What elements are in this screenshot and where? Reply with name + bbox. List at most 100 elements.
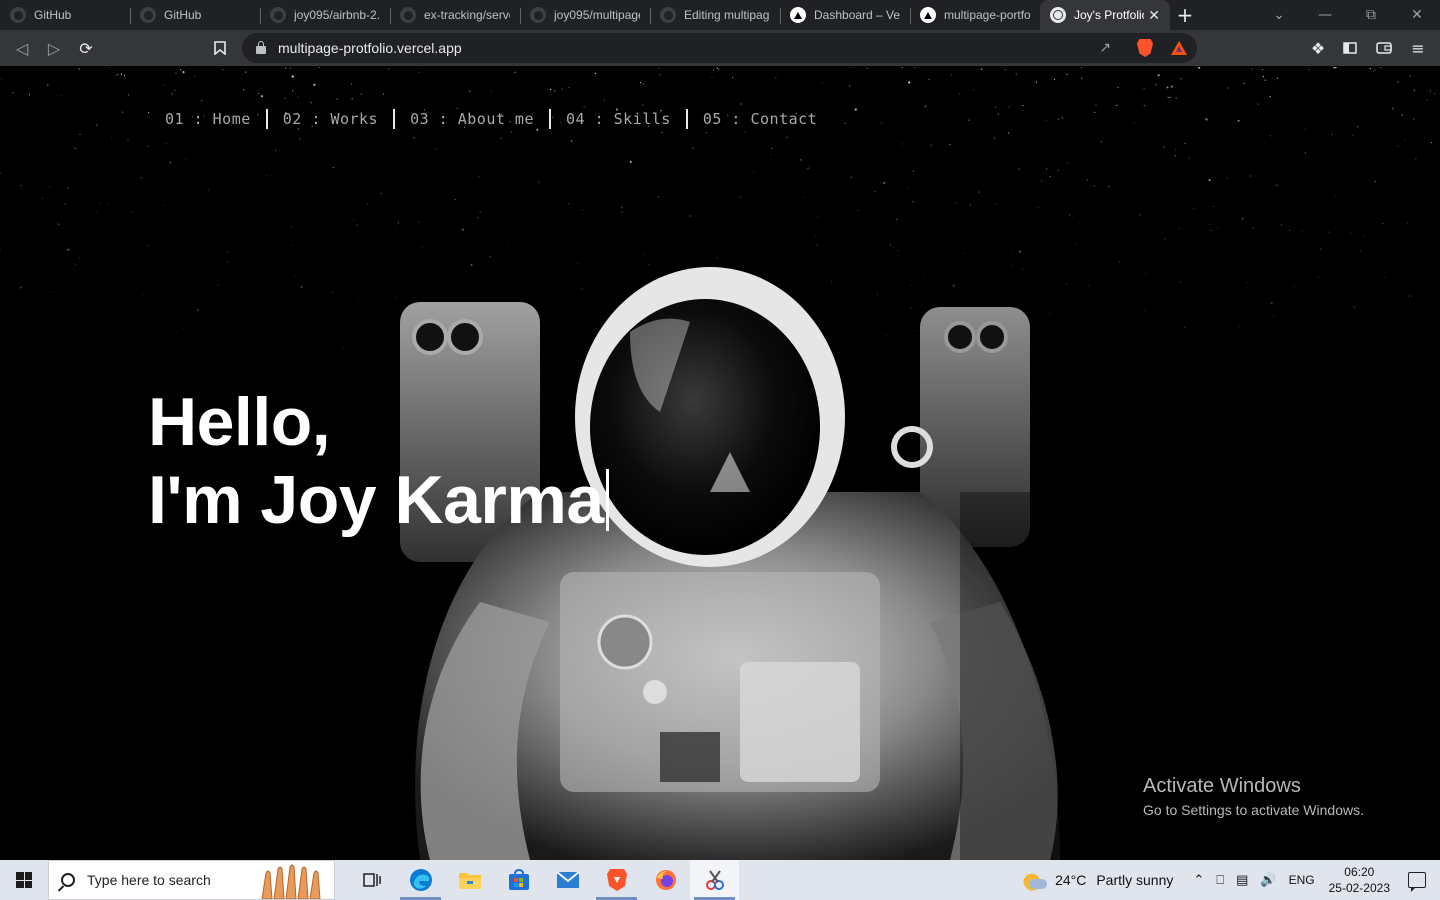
browser-tab[interactable]: Dashboard – Vercel: [780, 0, 910, 30]
back-button[interactable]: ◁: [6, 32, 38, 64]
tab-title: Joy's Protfolio: [1074, 8, 1145, 22]
hero-line-2: I'm Joy Karma: [148, 462, 604, 538]
browser-tab-strip: GitHub GitHub joy095/airbnb-2.0 ex-tracking…: [0, 0, 1440, 30]
brave-icon[interactable]: [592, 860, 641, 900]
browser-tab[interactable]: ex-tracking/server: [390, 0, 520, 30]
page-viewport: 01 : Home 02 : Works 03 : About me 04 : Ski…: [0, 67, 1440, 860]
nav-colon: :: [301, 110, 331, 128]
search-placeholder: Type here to search: [87, 872, 211, 888]
snipping-tool-icon[interactable]: [690, 860, 739, 900]
browser-tab[interactable]: joy095/multipage: [520, 0, 650, 30]
activate-windows-watermark: Activate Windows Go to Settings to activ…: [1143, 775, 1364, 818]
edge-icon[interactable]: [396, 860, 445, 900]
mail-icon[interactable]: [543, 860, 592, 900]
bookmark-icon[interactable]: [204, 32, 236, 64]
file-explorer-icon[interactable]: [445, 860, 494, 900]
chevron-up-icon[interactable]: ⌃: [1193, 872, 1204, 888]
share-icon[interactable]: ↗: [1099, 40, 1111, 56]
vercel-icon: [790, 7, 806, 23]
hero-line-1: Hello,: [148, 384, 331, 460]
search-icon: [61, 873, 75, 887]
browser-tab[interactable]: GitHub: [130, 0, 260, 30]
reload-button[interactable]: ⟳: [70, 32, 102, 64]
browser-tab[interactable]: joy095/airbnb-2.0: [260, 0, 390, 30]
address-bar[interactable]: multipage-protfolio.vercel.app ↗: [242, 33, 1197, 63]
store-icon[interactable]: [494, 860, 543, 900]
search-highlight-illustration-icon: [254, 863, 332, 899]
minimize-button[interactable]: —: [1302, 0, 1348, 30]
extensions-icon[interactable]: ❖: [1302, 32, 1334, 64]
brave-rewards-icon[interactable]: [1171, 41, 1187, 55]
nav-number: 03: [410, 110, 430, 128]
clock[interactable]: 06:20 25-02-2023: [1329, 864, 1390, 896]
forward-button[interactable]: ▷: [38, 32, 70, 64]
github-icon: [140, 7, 156, 23]
tab-list: GitHub GitHub joy095/airbnb-2.0 ex-tracking…: [0, 0, 1170, 30]
menu-icon[interactable]: ≡: [1402, 32, 1434, 64]
nav-label: Works: [330, 110, 379, 128]
nav-colon: :: [585, 110, 614, 128]
browser-tab[interactable]: GitHub: [0, 0, 130, 30]
start-button[interactable]: [0, 860, 48, 900]
github-icon: [400, 7, 416, 23]
nav-link-home[interactable]: 01 : Home: [165, 110, 251, 128]
new-tab-button[interactable]: +: [1170, 0, 1200, 30]
nav-colon: :: [721, 110, 751, 128]
browser-toolbar: ◁ ▷ ⟳ multipage-protfolio.vercel.app ↗ ❖…: [0, 30, 1440, 66]
nav-divider: [265, 109, 268, 129]
taskbar-apps: [347, 860, 739, 900]
nav-label: Contact: [750, 110, 818, 128]
windows-logo-icon: [16, 872, 32, 888]
nav-link-skills[interactable]: 04 : Skills: [566, 110, 671, 128]
hero-heading: Hello, I'm Joy Karma: [148, 383, 609, 539]
nav-number: 02: [282, 110, 302, 128]
tab-title: ex-tracking/server: [424, 8, 510, 22]
taskbar-search-box[interactable]: Type here to search: [48, 860, 335, 900]
firefox-icon[interactable]: [641, 860, 690, 900]
brave-shields-icon[interactable]: [1137, 39, 1153, 57]
github-icon: [270, 7, 286, 23]
watermark-subtitle: Go to Settings to activate Windows.: [1143, 802, 1364, 818]
network-icon[interactable]: ▤: [1236, 872, 1248, 888]
clock-time: 06:20: [1344, 865, 1375, 879]
sidebar-icon[interactable]: [1334, 32, 1366, 64]
browser-tab[interactable]: Editing multipage: [650, 0, 780, 30]
volume-icon[interactable]: 🔊: [1260, 872, 1276, 888]
astronaut-image: [400, 267, 1120, 860]
weather-temp[interactable]: 24°C: [1055, 872, 1086, 888]
browser-tab[interactable]: Joy's Protfolio ✕: [1040, 0, 1170, 30]
lock-icon: [256, 41, 266, 54]
nav-link-about-me[interactable]: 03 : About me: [410, 110, 534, 128]
github-icon: [10, 7, 26, 23]
nav-label: Skills: [613, 110, 671, 128]
task-view-icon[interactable]: [347, 860, 396, 900]
github-icon: [660, 7, 676, 23]
nav-colon: :: [429, 110, 458, 128]
vercel-icon: [920, 7, 936, 23]
tab-search-icon[interactable]: ⌄: [1256, 0, 1302, 30]
nav-number: 01: [165, 110, 185, 128]
meet-now-icon[interactable]: ⎕: [1216, 872, 1224, 888]
globe-icon: [1050, 7, 1066, 23]
nav-label: Home: [212, 110, 251, 128]
nav-divider: [685, 109, 688, 129]
nav-divider: [393, 109, 396, 129]
weather-icon[interactable]: [1023, 869, 1048, 891]
tab-title: GitHub: [164, 8, 202, 22]
nav-number: 05: [702, 110, 722, 128]
nav-link-works[interactable]: 02 : Works: [283, 110, 378, 128]
nav-label: About me: [457, 110, 534, 128]
clock-date: 25-02-2023: [1328, 881, 1390, 895]
tab-title: joy095/airbnb-2.0: [294, 8, 380, 22]
restore-button[interactable]: ⧉: [1348, 0, 1394, 30]
language-indicator[interactable]: ENG: [1289, 873, 1315, 887]
weather-condition[interactable]: Partly sunny: [1096, 872, 1173, 888]
nav-link-contact[interactable]: 05 : Contact: [703, 110, 817, 128]
close-tab-icon[interactable]: ✕: [1148, 7, 1160, 24]
close-window-button[interactable]: ✕: [1394, 0, 1440, 30]
browser-tab[interactable]: multipage-portfolio: [910, 0, 1040, 30]
typing-caret: [605, 469, 609, 531]
notifications-icon[interactable]: [1408, 872, 1426, 892]
wallet-icon[interactable]: [1368, 32, 1400, 64]
tab-title: multipage-portfolio: [944, 8, 1030, 22]
